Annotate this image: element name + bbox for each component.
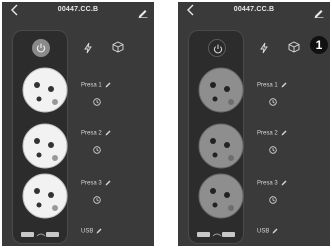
callout-number-badge: 1: [310, 36, 328, 54]
rename-pencil-icon[interactable]: [105, 180, 111, 186]
usb-port-icon: [21, 232, 34, 237]
brand-logo-icon: [212, 233, 222, 237]
rename-pencil-icon[interactable]: [281, 180, 287, 186]
outlet-3-label: Presa 3: [257, 180, 287, 187]
screen-outlets-off: 00447.CC.B Presa 1 Presa 2 Presa 3 USB: [178, 2, 330, 246]
outlet-1-label: Presa 1: [81, 82, 111, 89]
usb-port-icon: [197, 232, 210, 237]
usb-port-icon: [46, 232, 59, 237]
rename-pencil-icon[interactable]: [105, 130, 111, 136]
cube-icon[interactable]: [112, 41, 124, 53]
edit-pencil-icon[interactable]: [314, 5, 324, 19]
outlet-1-socket[interactable]: [22, 67, 68, 113]
outlet-1-timer-icon[interactable]: [93, 98, 101, 106]
outlet-3-socket[interactable]: [22, 173, 68, 219]
power-strip: [188, 30, 244, 244]
rename-pencil-icon[interactable]: [105, 82, 111, 88]
usb-port-icon: [222, 232, 235, 237]
master-power-button[interactable]: [32, 39, 50, 57]
outlet-3-timer-icon[interactable]: [93, 196, 101, 204]
outlet-2-timer-icon[interactable]: [269, 146, 277, 154]
brand-logo-icon: [36, 233, 46, 237]
screen-outlets-on: 00447.CC.B Presa 1 Presa 2 Presa 3 USB: [2, 2, 154, 246]
top-bar: 00447.CC.B: [2, 2, 154, 20]
power-icon: [36, 43, 46, 53]
master-power-button[interactable]: [208, 39, 226, 57]
power-icon: [213, 44, 223, 54]
device-title: 00447.CC.B: [233, 6, 275, 13]
outlet-3-timer-icon[interactable]: [269, 196, 277, 204]
cube-icon[interactable]: [288, 41, 300, 53]
usb-label: USB: [257, 228, 278, 235]
outlet-2-timer-icon[interactable]: [93, 146, 101, 154]
outlet-1-label: Presa 1: [257, 82, 287, 89]
outlet-2-socket[interactable]: [198, 123, 244, 169]
top-bar: 00447.CC.B: [178, 2, 330, 20]
outlet-3-socket[interactable]: [198, 173, 244, 219]
outlet-3-label: Presa 3: [81, 180, 111, 187]
device-title: 00447.CC.B: [57, 6, 99, 13]
energy-bolt-icon[interactable]: [82, 42, 94, 54]
rename-pencil-icon[interactable]: [272, 228, 278, 234]
outlet-2-label: Presa 2: [257, 130, 287, 137]
outlet-2-socket[interactable]: [22, 123, 68, 169]
rename-pencil-icon[interactable]: [281, 130, 287, 136]
rename-pencil-icon[interactable]: [96, 228, 102, 234]
edit-pencil-icon[interactable]: [138, 5, 148, 19]
outlet-1-timer-icon[interactable]: [269, 98, 277, 106]
outlet-2-label: Presa 2: [81, 130, 111, 137]
energy-bolt-icon[interactable]: [258, 42, 270, 54]
power-strip: [12, 30, 68, 244]
usb-label: USB: [81, 228, 102, 235]
outlet-1-socket[interactable]: [198, 67, 244, 113]
rename-pencil-icon[interactable]: [281, 82, 287, 88]
